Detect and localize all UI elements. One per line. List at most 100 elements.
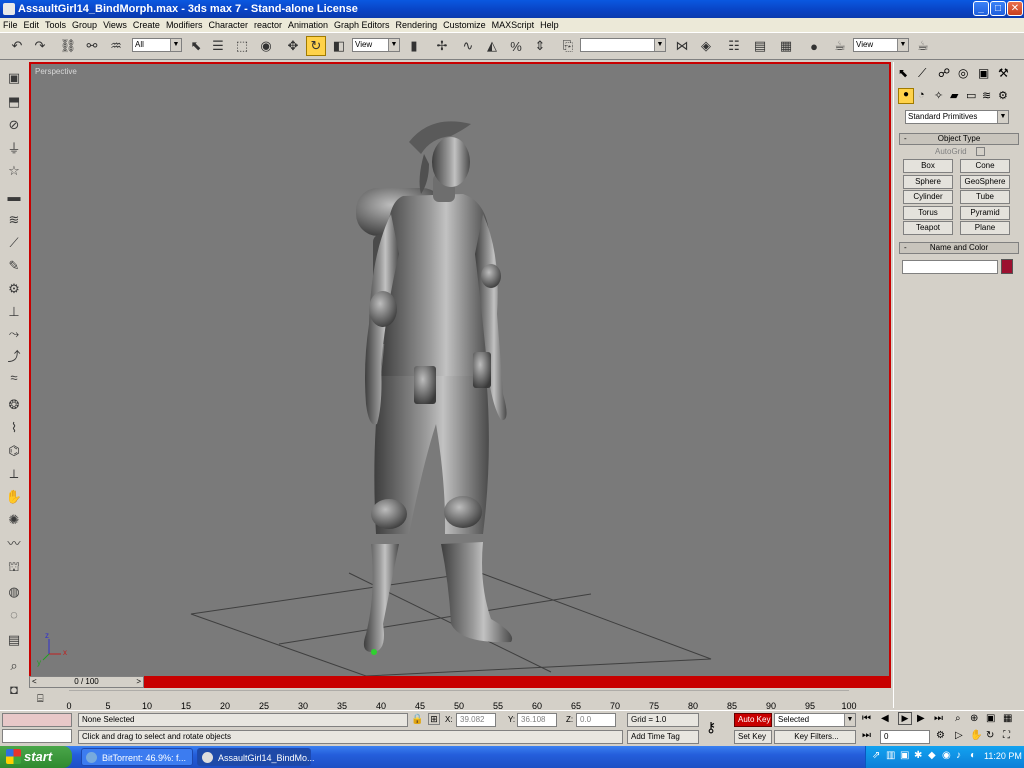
brush-tool-icon[interactable]: ✎ — [4, 256, 24, 275]
render-type-dropdown[interactable]: View ▼ — [853, 38, 909, 52]
category-dropdown[interactable]: Standard Primitives ▼ — [905, 110, 1009, 124]
create-icon[interactable]: ▣ — [4, 68, 24, 87]
quick-render-icon[interactable]: ☕ — [913, 36, 933, 56]
space-warps-icon[interactable]: ≋ — [982, 89, 991, 102]
star-tool-icon[interactable]: ☆ — [4, 161, 24, 180]
key-icon[interactable]: ⚷ — [706, 719, 716, 736]
menu-help[interactable]: Help — [537, 18, 562, 33]
taskbar-item-3dsmax[interactable]: AssaultGirl14_BindMo... — [197, 748, 315, 766]
menu-edit[interactable]: Edit — [21, 18, 43, 33]
teapot-button[interactable]: Teapot — [903, 221, 953, 235]
select-rotate-icon[interactable]: ↻ — [306, 36, 326, 56]
zoom-all-icon[interactable]: ⊕ — [970, 713, 978, 724]
bend-tool-icon[interactable]: ⌇ — [4, 418, 24, 437]
material-editor-icon[interactable]: ● — [804, 36, 824, 56]
minimize-button[interactable]: _ — [973, 1, 989, 16]
curve-editor-icon[interactable]: ▤ — [750, 36, 770, 56]
motor-icon[interactable]: ◌ — [4, 605, 24, 624]
create-tab-icon[interactable]: ⬉ — [898, 66, 908, 80]
autogrid-checkbox[interactable] — [976, 147, 985, 156]
menu-create[interactable]: Create — [130, 18, 163, 33]
angle-snap-icon[interactable]: ◭ — [482, 36, 502, 56]
select-move-icon[interactable]: ✥ — [283, 36, 303, 56]
percent-snap-icon[interactable]: % — [506, 36, 526, 56]
hierarchy-tab-icon[interactable]: ☍ — [938, 66, 950, 80]
spacewarp-tool-icon[interactable]: ⤳ — [4, 324, 24, 343]
menu-rendering[interactable]: Rendering — [393, 18, 441, 33]
helper-tool-icon[interactable]: ⊥ — [4, 302, 24, 321]
modifier-tool-icon[interactable]: ⤴ — [4, 346, 24, 365]
object-type-rollout-header[interactable]: - Object Type — [899, 133, 1019, 145]
arc-rotate-icon[interactable]: ↻ — [986, 730, 994, 741]
z-coordinate-input[interactable]: 0.0 — [576, 713, 616, 727]
key-mode-toggle-icon[interactable]: ⏭ — [862, 730, 871, 741]
systems-icon[interactable]: ⚙ — [998, 89, 1008, 102]
box-tool-icon[interactable]: ⬒ — [4, 92, 24, 111]
y-coordinate-input[interactable]: 36.108 — [517, 713, 557, 727]
menu-views[interactable]: Views — [100, 18, 130, 33]
tray-arrow-icon[interactable]: ⇗ — [872, 750, 880, 761]
tray-security-icon[interactable]: ◆ — [928, 750, 936, 761]
taskbar-item-bittorrent[interactable]: BitTorrent: 46.9%: f... — [81, 748, 193, 766]
unlink-icon[interactable]: ⚯ — [82, 36, 102, 56]
utilities-tab-icon[interactable]: ⚒ — [998, 66, 1009, 80]
menu-character[interactable]: Character — [205, 18, 251, 33]
gear-icon[interactable]: ⚙ — [4, 279, 24, 298]
motion-tab-icon[interactable]: ◎ — [958, 66, 968, 80]
align-icon[interactable]: ◈ — [696, 36, 716, 56]
helpers-icon[interactable]: ▭ — [966, 89, 976, 102]
stack-tool-icon[interactable]: ≋ — [4, 210, 24, 229]
select-by-name-icon[interactable]: ☰ — [208, 36, 228, 56]
previous-frame-icon[interactable]: ◀ — [881, 713, 889, 724]
undo-icon[interactable]: ↶ — [7, 36, 27, 56]
zoom-icon[interactable]: ⌕ — [4, 656, 24, 675]
named-selection-set-dropdown[interactable]: ▼ — [580, 38, 666, 52]
object-name-input[interactable] — [902, 260, 998, 274]
perspective-viewport[interactable]: Perspective z x y — [29, 62, 891, 677]
lights-icon[interactable]: ✧ — [934, 89, 943, 102]
menu-tools[interactable]: Tools — [42, 18, 69, 33]
schematic-view-icon[interactable]: ▦ — [776, 36, 796, 56]
lock-icon[interactable]: 🔒 — [411, 714, 423, 725]
zoom-extents-all-icon[interactable]: ▦ — [1003, 713, 1012, 724]
auto-key-button[interactable]: Auto Key — [734, 713, 772, 727]
display-tab-icon[interactable]: ▣ — [978, 66, 989, 80]
twist-tool-icon[interactable]: ⌬ — [4, 441, 24, 460]
sphere-button[interactable]: Sphere — [903, 175, 953, 189]
absolute-mode-icon[interactable]: ⊞ — [428, 713, 440, 725]
maxscript-listener-input[interactable] — [2, 729, 72, 743]
go-to-end-icon[interactable]: ⏭ — [934, 713, 943, 724]
time-slider[interactable]: < 0 / 100 > — [29, 676, 144, 688]
tray-volume-icon[interactable]: ♪ — [956, 750, 961, 761]
tray-bluetooth-icon[interactable]: ✱ — [914, 750, 922, 761]
cameras-icon[interactable]: ▰ — [950, 89, 958, 102]
field-of-view-icon[interactable]: ▷ — [955, 730, 963, 741]
time-configuration-icon[interactable]: ⚙ — [936, 730, 945, 741]
next-frame-icon[interactable]: ▶ — [917, 713, 925, 724]
tube-button[interactable]: Tube — [960, 190, 1010, 204]
selection-filter-dropdown[interactable]: All ▼ — [132, 38, 182, 52]
menu-graph-editors[interactable]: Graph Editors — [331, 18, 393, 33]
go-to-start-icon[interactable]: ⏮ — [862, 713, 871, 724]
snap-toggle-icon[interactable]: ∿ — [458, 36, 478, 56]
x-coordinate-input[interactable]: 39.082 — [456, 713, 496, 727]
edit-named-selection-icon[interactable]: ⎘ — [558, 36, 578, 56]
select-scale-icon[interactable]: ◧ — [329, 36, 349, 56]
select-object-icon[interactable]: ⬉ — [186, 36, 206, 56]
track-bar[interactable]: 0 5 10 15 20 25 30 35 40 45 50 55 60 65 70 75 80 85 90 95 10… — [29, 690, 891, 711]
current-frame-input[interactable]: 0 — [880, 730, 930, 744]
cone-button[interactable]: Cone — [960, 159, 1010, 173]
tray-monitor-icon[interactable]: ▣ — [900, 750, 909, 761]
pivot-center-icon[interactable]: ▮ — [404, 36, 424, 56]
modify-tab-icon[interactable]: ⟋ — [918, 66, 926, 81]
play-icon[interactable]: ▶ — [898, 712, 912, 725]
link-icon[interactable]: ⛓ — [58, 36, 78, 56]
key-mode-dropdown[interactable]: Selected ▼ — [774, 713, 856, 727]
menu-modifiers[interactable]: Modifiers — [163, 18, 206, 33]
name-and-color-rollout-header[interactable]: - Name and Color — [899, 242, 1019, 254]
close-button[interactable]: ✕ — [1007, 1, 1023, 16]
torus-button[interactable]: Torus — [903, 206, 953, 220]
skin-tool-icon[interactable]: ✋ — [4, 487, 24, 506]
maxscript-listener-mini[interactable] — [2, 713, 72, 727]
layer-manager-icon[interactable]: ☷ — [724, 36, 744, 56]
